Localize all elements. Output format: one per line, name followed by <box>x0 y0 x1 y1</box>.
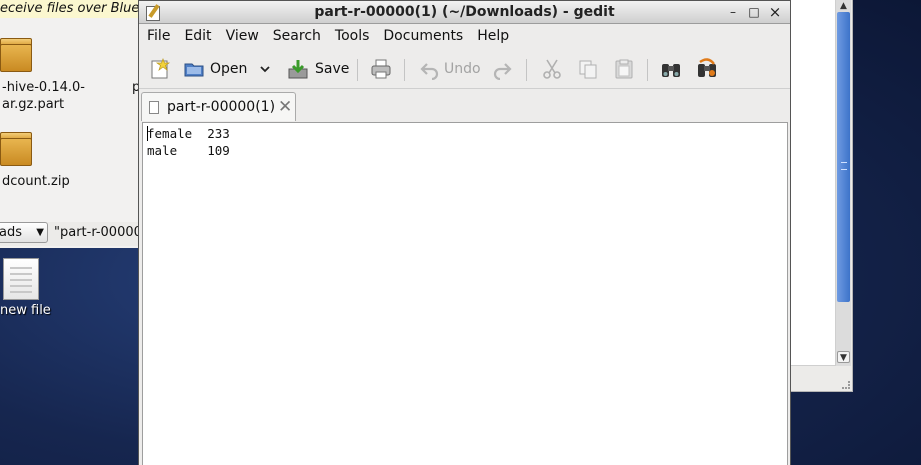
toolbar-separator <box>526 59 527 81</box>
background-window-content <box>790 0 836 366</box>
cut-button[interactable] <box>541 56 563 82</box>
menu-bar: File Edit View Search Tools Documents He… <box>139 25 790 48</box>
text-editor[interactable]: female 233 male 109 <box>142 122 788 465</box>
menu-documents[interactable]: Documents <box>375 25 469 48</box>
scrollbar-thumb[interactable] <box>837 12 850 302</box>
toolbar: Open Save Undo <box>139 49 790 89</box>
file-manager-window: eceive files over Bluetooth -hive-0.14.0… <box>0 0 140 248</box>
redo-icon <box>493 63 512 80</box>
print-button[interactable] <box>370 56 392 82</box>
find-replace-icon <box>698 58 716 77</box>
open-recent-dropdown[interactable] <box>259 56 271 82</box>
minimize-button[interactable]: – <box>725 4 741 20</box>
new-file-label: new file <box>0 303 51 318</box>
undo-icon <box>420 63 439 80</box>
toolbar-separator <box>404 59 405 81</box>
location-combo-value: ads <box>0 225 22 240</box>
file-name-line1[interactable]: -hive-0.14.0- <box>2 79 85 96</box>
chevron-down-icon: ▼ <box>36 227 44 238</box>
menu-file[interactable]: File <box>139 25 176 48</box>
copy-button[interactable] <box>577 56 599 82</box>
grip-icon <box>841 162 847 170</box>
chevron-down-icon <box>260 66 270 73</box>
background-window-right: ▲ ▼ <box>790 0 853 392</box>
scroll-up-icon[interactable]: ▲ <box>837 0 850 12</box>
document-tab-bar: part-r-00000(1) ✕ <box>139 90 790 121</box>
undo-button[interactable]: Undo <box>419 56 481 82</box>
menu-search[interactable]: Search <box>265 25 327 48</box>
menu-edit[interactable]: Edit <box>176 25 217 48</box>
scissors-icon <box>543 59 561 79</box>
save-label: Save <box>315 61 350 77</box>
open-label: Open <box>210 61 248 77</box>
menu-view[interactable]: View <box>218 25 265 48</box>
new-document-button[interactable] <box>149 56 171 82</box>
paste-button[interactable] <box>613 56 635 82</box>
save-button[interactable]: Save <box>287 56 349 82</box>
document-icon <box>149 101 159 114</box>
zip-file-name[interactable]: dcount.zip <box>2 173 70 190</box>
window-title: part-r-00000(1) (~/Downloads) - gedit <box>314 4 615 20</box>
resize-grip-icon[interactable] <box>842 381 850 389</box>
tab-label: part-r-00000(1) <box>167 99 276 115</box>
find-button[interactable] <box>660 56 682 82</box>
redo-button[interactable] <box>491 56 513 82</box>
maximize-button[interactable]: □ <box>746 4 762 20</box>
open-folder-icon <box>184 63 204 77</box>
document-content[interactable]: female 233 male 109 <box>147 125 230 159</box>
file-name-line2[interactable]: ar.gz.part <box>2 96 64 113</box>
new-document-icon <box>151 58 171 79</box>
copy-icon <box>579 60 597 79</box>
document-tab[interactable]: part-r-00000(1) ✕ <box>141 92 296 121</box>
archive-file-icon[interactable] <box>0 36 34 72</box>
undo-label: Undo <box>444 61 481 77</box>
text-caret <box>147 126 148 141</box>
find-replace-button[interactable] <box>696 56 718 82</box>
location-combo[interactable]: ads ▼ <box>0 222 48 243</box>
open-button[interactable]: Open <box>183 56 247 82</box>
close-button[interactable]: × <box>767 4 783 20</box>
printer-icon <box>371 59 391 79</box>
scroll-down-icon[interactable]: ▼ <box>837 351 850 363</box>
toolbar-separator <box>647 59 648 81</box>
toolbar-separator <box>357 59 358 81</box>
text-document-icon <box>3 258 39 300</box>
menu-help[interactable]: Help <box>469 25 515 48</box>
paste-icon <box>615 59 633 79</box>
binoculars-icon <box>662 64 680 77</box>
bluetooth-banner: eceive files over Bluetooth <box>0 0 140 18</box>
title-bar[interactable]: part-r-00000(1) (~/Downloads) - gedit – … <box>139 1 790 24</box>
gedit-window: part-r-00000(1) (~/Downloads) - gedit – … <box>138 0 791 465</box>
menu-tools[interactable]: Tools <box>327 25 376 48</box>
zip-file-icon[interactable] <box>0 130 34 166</box>
path-field[interactable]: "part-r-00000 <box>54 225 140 240</box>
save-icon <box>288 60 308 79</box>
close-tab-icon[interactable]: ✕ <box>278 97 292 117</box>
vertical-scrollbar[interactable]: ▲ ▼ <box>836 0 851 366</box>
location-bar: ads ▼ "part-r-00000 <box>0 222 140 246</box>
